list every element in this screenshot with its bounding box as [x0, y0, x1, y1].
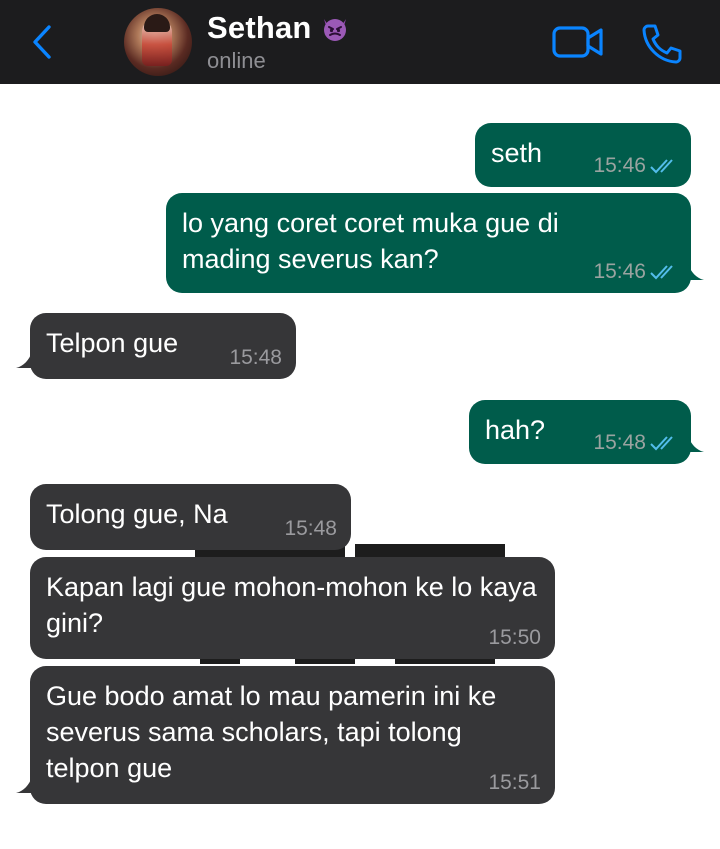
message-text: Gue bodo amat lo mau pamerin ini ke seve…: [46, 681, 497, 783]
double-check-icon: [650, 159, 673, 174]
voice-call-button[interactable]: [639, 22, 683, 66]
message-bubble-incoming[interactable]: Kapan lagi gue mohon-mohon ke lo kaya gi…: [30, 557, 555, 659]
chat-messages[interactable]: seth 15:46 lo yang coret coret muka gue …: [0, 84, 720, 849]
message-meta: 15:48: [593, 432, 679, 454]
message-time: 15:50: [488, 626, 541, 649]
chat-header: Sethan online: [0, 0, 720, 84]
message-text: lo yang coret coret muka gue di mading s…: [182, 208, 559, 274]
message-meta: 15:48: [284, 518, 337, 540]
bubble-tail: [16, 352, 32, 368]
bubble-tail: [688, 436, 704, 452]
message-meta: 15:46: [593, 261, 679, 283]
message-meta: 15:46: [593, 155, 679, 177]
message-bubble-outgoing[interactable]: lo yang coret coret muka gue di mading s…: [166, 193, 691, 293]
contact-name-text: Sethan: [207, 10, 312, 45]
message-time: 15:48: [229, 346, 282, 369]
message-meta: 15:51: [488, 772, 541, 794]
contact-name[interactable]: Sethan: [207, 10, 350, 46]
message-time: 15:48: [593, 431, 646, 454]
double-check-icon: [650, 436, 673, 451]
message-time: 15:48: [284, 517, 337, 540]
message-meta: 15:48: [229, 347, 282, 369]
video-call-button[interactable]: [551, 24, 605, 60]
message-time: 15:51: [488, 771, 541, 794]
double-check-icon: [650, 265, 673, 280]
avatar[interactable]: [124, 8, 192, 76]
message-text: Kapan lagi gue mohon-mohon ke lo kaya gi…: [46, 572, 537, 638]
chevron-left-icon: [33, 25, 51, 59]
phone-icon: [642, 24, 682, 64]
message-bubble-incoming[interactable]: Tolong gue, Na 15:48: [30, 484, 351, 550]
message-bubble-incoming[interactable]: Gue bodo amat lo mau pamerin ini ke seve…: [30, 666, 555, 804]
message-bubble-incoming[interactable]: Telpon gue 15:48: [30, 313, 296, 379]
message-bubble-outgoing[interactable]: seth 15:46: [475, 123, 691, 187]
message-meta: 15:50: [488, 627, 541, 649]
contact-status: online: [207, 48, 266, 73]
message-bubble-outgoing[interactable]: hah? 15:48: [469, 400, 691, 464]
bubble-tail: [688, 264, 704, 280]
back-button[interactable]: [24, 22, 60, 62]
bubble-tail: [16, 777, 32, 793]
message-time: 15:46: [593, 154, 646, 177]
video-camera-icon: [552, 26, 603, 58]
message-time: 15:46: [593, 260, 646, 283]
smiling-devil-emoji-icon: [320, 13, 350, 43]
